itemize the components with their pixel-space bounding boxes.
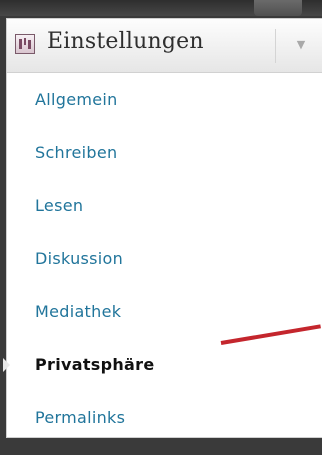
top-border-strip: [0, 0, 322, 16]
top-strip-highlight: [254, 0, 302, 16]
menu-title[interactable]: Einstellungen: [47, 29, 204, 54]
menu-item-mediathek[interactable]: Mediathek: [7, 285, 322, 338]
menu-header[interactable]: Einstellungen ▼: [7, 19, 322, 73]
settings-submenu: Allgemein Schreiben Lesen Diskussion Med…: [3, 73, 322, 444]
menu-item-privatsphaere[interactable]: Privatsphäre: [3, 338, 322, 391]
menu-item-diskussion[interactable]: Diskussion: [7, 232, 322, 285]
menu-item-allgemein[interactable]: Allgemein: [7, 73, 322, 126]
menu-item-schreiben[interactable]: Schreiben: [7, 126, 322, 179]
triangle-down-icon[interactable]: ▼: [291, 35, 311, 55]
settings-menu-panel: Einstellungen ▼ Allgemein Schreiben Lese…: [3, 18, 322, 438]
menu-item-permalinks[interactable]: Permalinks: [7, 391, 322, 444]
menu-item-privatsphaere-label: Privatsphäre: [35, 355, 155, 374]
menu-item-lesen[interactable]: Lesen: [7, 179, 322, 232]
settings-icon: [15, 34, 35, 54]
header-separator: [275, 29, 276, 63]
current-item-marker: [3, 358, 10, 372]
